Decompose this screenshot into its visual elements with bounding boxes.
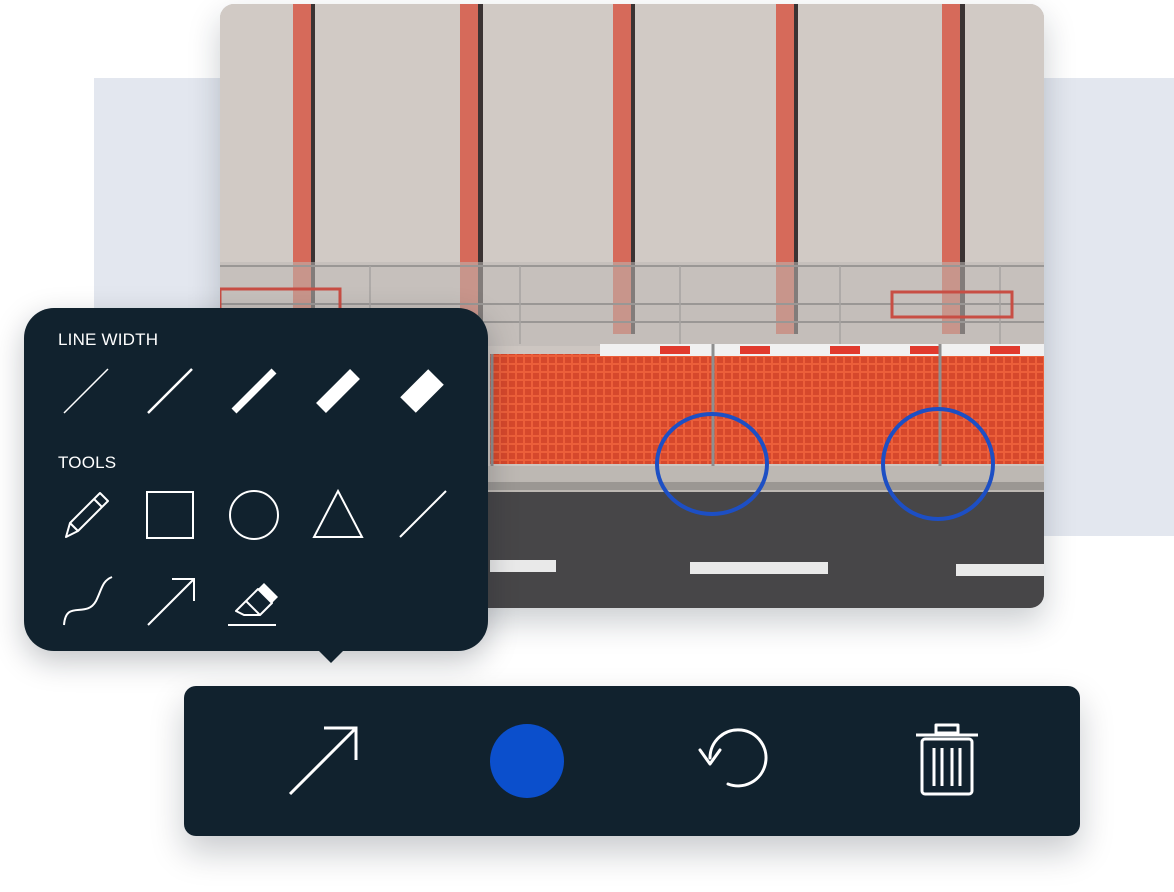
circle-tool[interactable] xyxy=(224,485,284,545)
eraser-icon xyxy=(228,583,278,626)
rectangle-tool[interactable] xyxy=(140,485,200,545)
line-width-2-option[interactable] xyxy=(140,361,200,421)
undo-button[interactable] xyxy=(696,724,776,798)
line-width-5-option[interactable] xyxy=(392,361,452,421)
delete-button[interactable] xyxy=(912,722,982,800)
arrow-icon xyxy=(147,578,195,626)
rectangle-icon xyxy=(146,491,194,539)
panel-pointer xyxy=(317,649,345,663)
line-width-3-icon xyxy=(231,368,277,414)
trash-icon xyxy=(916,723,978,796)
pencil-tool[interactable] xyxy=(56,485,116,545)
undo-icon xyxy=(698,728,768,788)
curve-tool[interactable] xyxy=(56,571,116,631)
pencil-icon xyxy=(65,492,109,538)
circle-icon xyxy=(229,490,279,540)
arrow-tool[interactable] xyxy=(140,571,200,631)
triangle-icon xyxy=(312,488,364,538)
line-width-3-option[interactable] xyxy=(224,361,284,421)
color-swatch xyxy=(490,724,564,798)
arrow-tool-icon xyxy=(288,726,358,796)
line-width-4-icon xyxy=(316,369,360,413)
color-picker-button[interactable] xyxy=(490,724,564,798)
triangle-tool[interactable] xyxy=(308,485,368,545)
line-width-label: LINE WIDTH xyxy=(58,330,159,349)
line-width-2-icon xyxy=(147,368,193,414)
curve-icon xyxy=(63,576,113,626)
eraser-tool[interactable] xyxy=(224,571,284,631)
annotation-toolbar xyxy=(184,686,1080,836)
line-icon xyxy=(399,490,447,538)
line-tool[interactable] xyxy=(392,485,452,545)
annotation-tools-panel: LINE WIDTH TOOLS xyxy=(24,308,488,651)
arrow-tool-button[interactable] xyxy=(282,720,364,802)
line-width-1-option[interactable] xyxy=(56,361,116,421)
tools-label: TOOLS xyxy=(58,453,117,472)
line-width-5-icon xyxy=(400,369,444,413)
line-width-1-icon xyxy=(63,368,109,414)
line-width-4-option[interactable] xyxy=(308,361,368,421)
